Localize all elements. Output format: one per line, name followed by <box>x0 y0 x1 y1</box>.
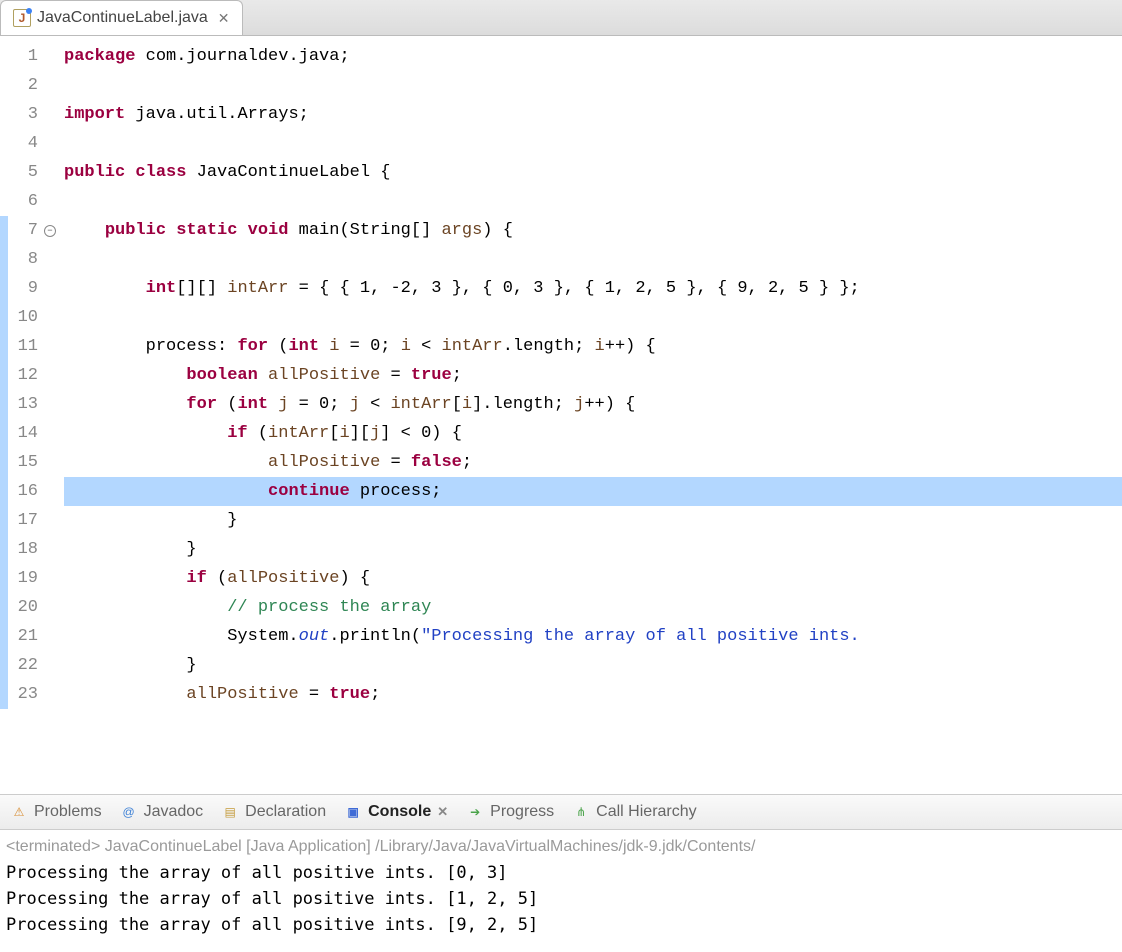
line-number: 18 <box>0 535 44 564</box>
line-number: 16 <box>0 477 44 506</box>
line-number: 19 <box>0 564 44 593</box>
view-tab-label: Javadoc <box>144 803 204 821</box>
view-tab-problems[interactable]: ⚠ Problems <box>10 803 102 821</box>
code-line[interactable]: System.out.println("Processing the array… <box>64 622 1122 651</box>
code-line[interactable]: if (allPositive) { <box>64 564 1122 593</box>
code-line[interactable] <box>64 245 1122 274</box>
console-line: Processing the array of all positive int… <box>6 886 1116 912</box>
view-tab-label: Call Hierarchy <box>596 803 696 821</box>
code-line[interactable]: if (intArr[i][j] < 0) { <box>64 419 1122 448</box>
code-line[interactable]: continue process; <box>64 477 1122 506</box>
close-icon[interactable]: ✕ <box>214 10 230 27</box>
console-icon: ▣ <box>344 803 362 821</box>
code-line[interactable]: int[][] intArr = { { 1, -2, 3 }, { 0, 3 … <box>64 274 1122 303</box>
view-tab-label: Progress <box>490 803 554 821</box>
code-area[interactable]: package com.journaldev.java; import java.… <box>44 36 1122 794</box>
editor-tab[interactable]: J JavaContinueLabel.java ✕ <box>0 0 243 35</box>
line-number: 13 <box>0 390 44 419</box>
view-tab-declaration[interactable]: ▤ Declaration <box>221 803 326 821</box>
line-number: 20 <box>0 593 44 622</box>
line-number: 6 <box>0 187 44 216</box>
code-editor[interactable]: 1234567−891011121314151617181920212223 p… <box>0 36 1122 794</box>
code-line[interactable] <box>64 303 1122 332</box>
progress-icon: ➔ <box>466 803 484 821</box>
line-number: 22 <box>0 651 44 680</box>
line-number: 10 <box>0 303 44 332</box>
line-number: 17 <box>0 506 44 535</box>
close-icon[interactable]: ✕ <box>437 804 448 820</box>
line-number: 14 <box>0 419 44 448</box>
call-hierarchy-icon: ⋔ <box>572 803 590 821</box>
line-number: 2 <box>0 71 44 100</box>
view-tab-label: Problems <box>34 803 102 821</box>
line-number: 1 <box>0 42 44 71</box>
console-status: <terminated> JavaContinueLabel [Java App… <box>6 838 1116 856</box>
code-line[interactable] <box>64 71 1122 100</box>
code-line[interactable]: for (int j = 0; j < intArr[i].length; j+… <box>64 390 1122 419</box>
line-number-gutter: 1234567−891011121314151617181920212223 <box>0 36 44 794</box>
view-tab-progress[interactable]: ➔ Progress <box>466 803 554 821</box>
code-line[interactable]: // process the array <box>64 593 1122 622</box>
code-line[interactable]: package com.journaldev.java; <box>64 42 1122 71</box>
line-number: 8 <box>0 245 44 274</box>
code-line[interactable]: process: for (int i = 0; i < intArr.leng… <box>64 332 1122 361</box>
code-line[interactable]: public static void main(String[] args) { <box>64 216 1122 245</box>
code-line[interactable]: public class JavaContinueLabel { <box>64 158 1122 187</box>
code-line[interactable]: allPositive = false; <box>64 448 1122 477</box>
views-tab-bar: ⚠ Problems @ Javadoc ▤ Declaration ▣ Console ✕ ➔… <box>0 794 1122 830</box>
line-number: 4 <box>0 129 44 158</box>
code-line[interactable] <box>64 129 1122 158</box>
code-line[interactable]: } <box>64 651 1122 680</box>
line-number: 12 <box>0 361 44 390</box>
code-line[interactable]: } <box>64 506 1122 535</box>
line-number: 21 <box>0 622 44 651</box>
java-file-icon: J <box>13 9 31 27</box>
line-number: 15 <box>0 448 44 477</box>
line-number: 11 <box>0 332 44 361</box>
view-tab-label: Declaration <box>245 803 326 821</box>
line-number: 23 <box>0 680 44 700</box>
line-number: 3 <box>0 100 44 129</box>
view-tab-call-hierarchy[interactable]: ⋔ Call Hierarchy <box>572 803 696 821</box>
javadoc-icon: @ <box>120 803 138 821</box>
problems-icon: ⚠ <box>10 803 28 821</box>
editor-tab-filename: JavaContinueLabel.java <box>37 9 208 27</box>
console-panel: <terminated> JavaContinueLabel [Java App… <box>0 830 1122 952</box>
console-line: Processing the array of all positive int… <box>6 912 1116 938</box>
code-line[interactable]: import java.util.Arrays; <box>64 100 1122 129</box>
view-tab-javadoc[interactable]: @ Javadoc <box>120 803 204 821</box>
line-number: 9 <box>0 274 44 303</box>
view-tab-console[interactable]: ▣ Console ✕ <box>344 803 448 821</box>
fold-toggle-icon[interactable]: − <box>44 225 56 237</box>
line-number: 5 <box>0 158 44 187</box>
code-line[interactable]: allPositive = true; <box>64 680 1122 700</box>
declaration-icon: ▤ <box>221 803 239 821</box>
console-output: Processing the array of all positive int… <box>6 860 1116 938</box>
view-tab-label: Console <box>368 803 431 821</box>
code-line[interactable]: boolean allPositive = true; <box>64 361 1122 390</box>
code-line[interactable] <box>64 187 1122 216</box>
code-line[interactable]: } <box>64 535 1122 564</box>
editor-tab-bar: J JavaContinueLabel.java ✕ <box>0 0 1122 36</box>
console-line: Processing the array of all positive int… <box>6 860 1116 886</box>
line-number: 7− <box>0 216 44 245</box>
